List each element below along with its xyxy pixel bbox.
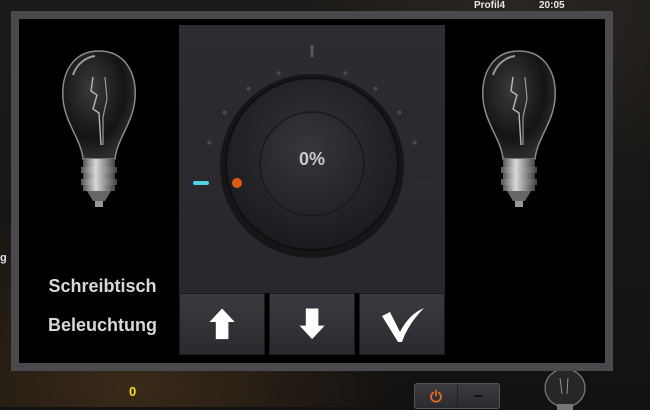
dial-tick bbox=[276, 71, 281, 76]
minus-icon bbox=[474, 395, 483, 397]
background-power-control bbox=[414, 383, 500, 409]
background-minus-button bbox=[458, 384, 500, 408]
dimmer-panel: 0% bbox=[179, 25, 445, 293]
background-power-button bbox=[415, 384, 458, 408]
confirm-button[interactable] bbox=[359, 293, 445, 355]
arrow-up-icon bbox=[209, 308, 235, 340]
arrow-down-icon bbox=[299, 308, 325, 340]
device-name-line2: Beleuchtung bbox=[47, 315, 157, 335]
dial-tick bbox=[246, 86, 251, 91]
device-name-line1: Schreibtisch bbox=[48, 276, 157, 296]
dimmer-controls bbox=[179, 293, 445, 355]
power-icon bbox=[429, 389, 442, 403]
background-bulb-icon bbox=[544, 368, 586, 410]
dial-tick bbox=[373, 86, 378, 91]
dimmer-value: 0% bbox=[298, 149, 325, 169]
lightbulb-off-icon bbox=[482, 50, 556, 207]
background-text-fragment: g bbox=[0, 252, 7, 264]
background-value-2: 0 bbox=[129, 384, 137, 399]
dial-tick bbox=[343, 71, 348, 76]
lightbulb-off-icon bbox=[62, 50, 136, 207]
dial-position-indicator bbox=[232, 178, 242, 188]
dial-tick bbox=[412, 140, 417, 145]
checkmark-icon bbox=[382, 308, 424, 342]
dimmer-dialog: Schreibtisch Beleuchtung 0% bbox=[11, 11, 613, 371]
dial-tick bbox=[222, 110, 227, 115]
brightness-down-button[interactable] bbox=[269, 293, 355, 355]
brightness-up-button[interactable] bbox=[179, 293, 265, 355]
dial-tick bbox=[397, 110, 402, 115]
dialog-content: Schreibtisch Beleuchtung 0% bbox=[19, 19, 605, 363]
dial-tick bbox=[207, 140, 212, 145]
